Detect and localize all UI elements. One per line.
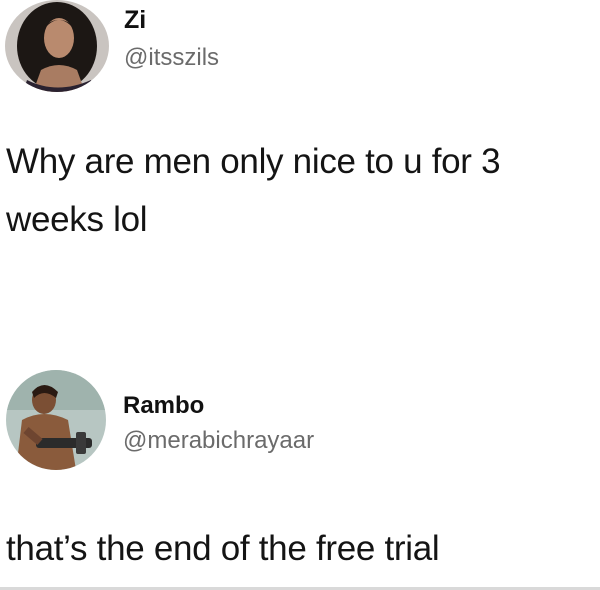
tweet-text: that’s the end of the free trial (6, 529, 440, 568)
user-handle[interactable]: @merabichrayaar (123, 427, 314, 455)
user-handle[interactable]: @itsszils (124, 44, 219, 72)
tweet-card: Zi @itsszils Why are men only nice to u … (0, 0, 600, 300)
avatar[interactable] (5, 0, 109, 92)
profile-photo-icon (5, 0, 109, 92)
tweet-text: Why are men only nice to u for 3 weeks l… (6, 142, 501, 239)
avatar[interactable] (6, 370, 106, 470)
display-name[interactable]: Zi (124, 6, 146, 35)
display-name[interactable]: Rambo (123, 392, 204, 420)
reply-tweet-card: Rambo @merabichrayaar that’s the end of … (0, 360, 600, 590)
profile-photo-icon (6, 370, 106, 470)
